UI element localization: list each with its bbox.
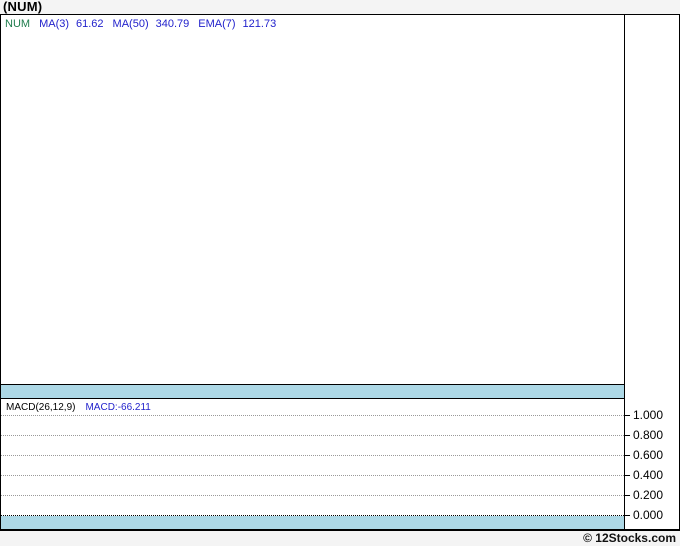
main-chart-legend: NUM MA(3) 61.62 MA(50) 340.79 EMA(7) 121… <box>5 18 276 30</box>
macd-legend-label: MACD(26,12,9) <box>6 402 76 413</box>
indicator-ma50: MA(50) 340.79 <box>113 18 190 30</box>
macd-legend-value: MACD:-66.211 <box>85 402 151 413</box>
indicator-ma3-value: 61.62 <box>76 18 104 30</box>
page-title: (NUM) <box>3 0 43 14</box>
macd-legend: MACD(26,12,9) MACD:-66.211 <box>6 402 151 413</box>
macd-gridline <box>1 455 624 456</box>
stock-chart-widget: (NUM) NUM MA(3) 61.62 MA(50) 340.79 EMA(… <box>0 0 680 546</box>
axis-tick <box>625 415 630 416</box>
chart-frame: NUM MA(3) 61.62 MA(50) 340.79 EMA(7) 121… <box>0 14 680 531</box>
axis-tick <box>625 515 630 516</box>
footer: © 12Stocks.com <box>0 531 680 546</box>
axis-tick <box>625 495 630 496</box>
axis-tick <box>625 435 630 436</box>
axis-tick-label: 0.200 <box>633 488 664 502</box>
macd-zero-gridline <box>1 515 624 516</box>
axis-tick-label: 0.600 <box>633 448 664 462</box>
axis-tick-label: 0.400 <box>633 468 664 482</box>
symbol-label: NUM <box>5 18 31 30</box>
macd-panel-top-border <box>1 398 624 399</box>
separator-bar-upper <box>1 385 624 398</box>
macd-gridline <box>1 475 624 476</box>
indicator-ema7-label: EMA(7) <box>198 18 236 30</box>
credit-link[interactable]: © 12Stocks.com <box>583 531 676 545</box>
axis-tick-label: 0.000 <box>633 508 664 522</box>
axis-tick <box>625 475 630 476</box>
axis-tick <box>625 455 630 456</box>
indicator-ma50-label: MA(50) <box>112 18 149 30</box>
indicator-ma50-value: 340.79 <box>155 18 190 30</box>
separator-bar-lower <box>1 516 624 529</box>
axis-tick-label: 1.000 <box>633 408 664 422</box>
macd-gridline <box>1 415 624 416</box>
indicator-ema7: EMA(7) 121.73 <box>198 18 276 30</box>
indicator-ema7-value: 121.73 <box>242 18 277 30</box>
macd-gridline <box>1 435 624 436</box>
indicator-ma3: MA(3) 61.62 <box>39 18 103 30</box>
macd-gridline <box>1 495 624 496</box>
axis-tick-label: 0.800 <box>633 428 664 442</box>
indicator-ma3-label: MA(3) <box>39 18 70 30</box>
axis-divider <box>624 15 625 529</box>
